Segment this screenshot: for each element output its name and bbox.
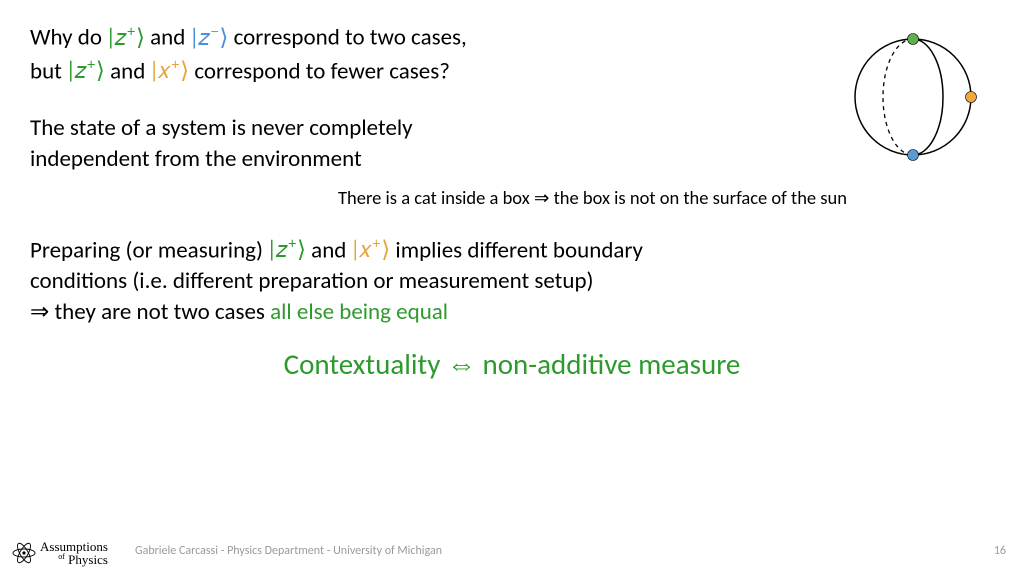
bloch-sphere-diagram — [848, 32, 978, 167]
logo-line2: Physics — [68, 552, 108, 567]
text: ⇒ they are not two cases — [30, 298, 270, 326]
text: Why do — [30, 24, 107, 52]
atom-icon — [12, 541, 36, 565]
logo-of: of — [58, 552, 65, 561]
implication-paragraph: Preparing (or measuring) |𝑧+⟩ and |𝑥+⟩ i… — [30, 233, 994, 329]
text: implies different boundary — [390, 236, 643, 264]
text: Preparing (or measuring) — [30, 236, 268, 264]
question-paragraph: Why do |𝑧+⟩ and |𝑧−⟩ correspond to two c… — [30, 20, 690, 87]
footer-author: Gabriele Carcassi - Physics Department -… — [135, 544, 442, 558]
text: conditions (i.e. different preparation o… — [30, 266, 994, 297]
footer-logo: Assumptions of Physics — [12, 540, 108, 566]
text: and — [105, 57, 151, 85]
conclusion-heading: Contextuality ⇔ non-additive measure — [30, 346, 994, 382]
slide: Why do |𝑧+⟩ and |𝑧−⟩ correspond to two c… — [0, 0, 1024, 576]
ket-z-plus-3: |𝑧+⟩ — [268, 236, 306, 263]
text: and — [306, 236, 352, 264]
slide-footer: Assumptions of Physics Gabriele Carcassi… — [0, 534, 1024, 564]
text: but — [30, 57, 67, 85]
ket-x-plus-2: |𝑥+⟩ — [352, 236, 391, 263]
text: The state of a system is never completel… — [30, 113, 690, 144]
text: correspond to two cases, — [228, 24, 466, 52]
ket-z-minus: |𝑧−⟩ — [191, 24, 229, 51]
ket-z-plus: |𝑧+⟩ — [107, 24, 145, 51]
text-emphasis: all else being equal — [270, 298, 448, 326]
ket-z-plus-2: |𝑧+⟩ — [67, 57, 105, 84]
text: independent from the environment — [30, 144, 690, 175]
footer-page-number: 16 — [994, 544, 1006, 558]
ket-x-plus: |𝑥+⟩ — [150, 57, 189, 84]
statement-paragraph: The state of a system is never completel… — [30, 113, 690, 175]
example-note: There is a cat inside a box ⇒ the box is… — [338, 186, 994, 209]
text: correspond to fewer cases? — [189, 57, 450, 85]
text: and — [145, 24, 191, 52]
